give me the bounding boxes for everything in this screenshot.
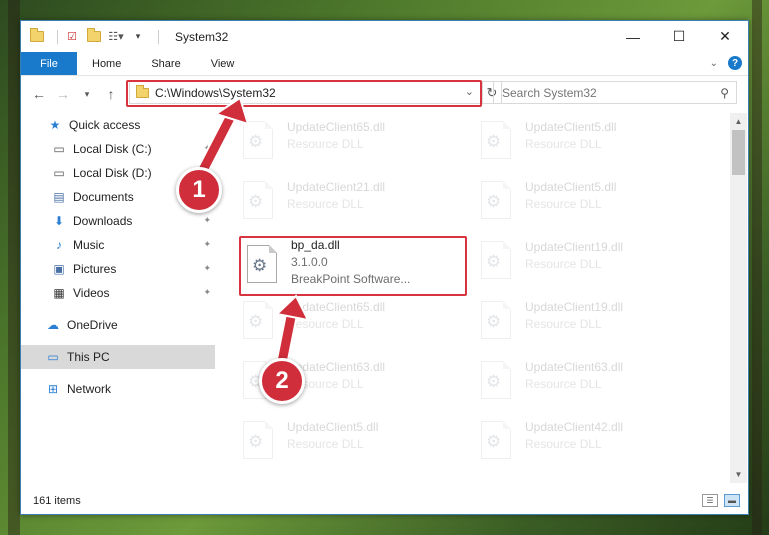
step-1-badge: 1 — [176, 167, 222, 213]
arrow-1 — [193, 96, 250, 183]
arrow-2 — [274, 294, 310, 369]
annotation-arrows — [193, 96, 310, 369]
step-2-badge: 2 — [259, 358, 305, 404]
